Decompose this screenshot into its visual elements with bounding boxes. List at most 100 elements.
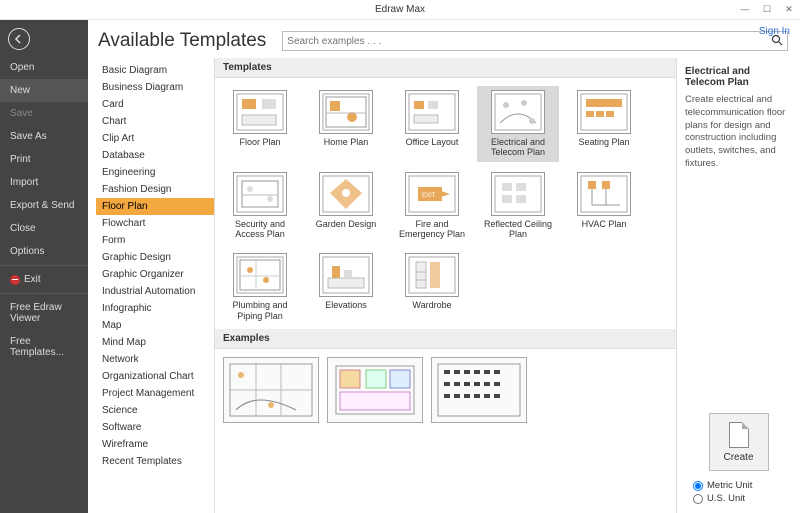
nav-item-free-edraw-viewer[interactable]: Free Edraw Viewer <box>0 296 88 330</box>
file-menu-sidebar: OpenNewSaveSave AsPrintImportExport & Se… <box>0 20 88 513</box>
template-thumb-icon <box>319 253 373 297</box>
details-panel: Electrical and Telecom Plan Create elect… <box>676 58 800 513</box>
template-office-layout[interactable]: Office Layout <box>391 86 473 162</box>
category-business-diagram[interactable]: Business Diagram <box>96 79 214 96</box>
nav-item-open[interactable]: Open <box>0 56 88 79</box>
category-organizational-chart[interactable]: Organizational Chart <box>96 368 214 385</box>
template-elevations[interactable]: Elevations <box>305 249 387 325</box>
template-label: Garden Design <box>316 219 377 229</box>
template-thumb-icon: EXIT <box>405 172 459 216</box>
template-garden-design[interactable]: Garden Design <box>305 168 387 244</box>
template-thumb-icon <box>577 172 631 216</box>
template-security-and-access-plan[interactable]: Security and Access Plan <box>219 168 301 244</box>
template-label: Floor Plan <box>239 137 280 147</box>
back-button[interactable] <box>8 28 30 50</box>
category-engineering[interactable]: Engineering <box>96 164 214 181</box>
svg-text:EXIT: EXIT <box>422 193 436 199</box>
category-form[interactable]: Form <box>96 232 214 249</box>
category-fashion-design[interactable]: Fashion Design <box>96 181 214 198</box>
nav-item-export-send[interactable]: Export & Send <box>0 194 88 217</box>
unit-us[interactable]: U.S. Unit <box>693 492 792 505</box>
template-thumb-icon <box>491 90 545 134</box>
template-thumb-icon <box>577 90 631 134</box>
category-science[interactable]: Science <box>96 402 214 419</box>
minimize-button[interactable]: — <box>738 2 752 16</box>
template-floor-plan[interactable]: Floor Plan <box>219 86 301 162</box>
category-graphic-organizer[interactable]: Graphic Organizer <box>96 266 214 283</box>
window-controls: — ☐ ✕ <box>738 2 796 16</box>
search-input[interactable] <box>287 36 771 47</box>
template-wardrobe[interactable]: Wardrobe <box>391 249 473 325</box>
category-software[interactable]: Software <box>96 419 214 436</box>
template-electrical-and-telecom-plan[interactable]: Electrical and Telecom Plan <box>477 86 559 162</box>
category-graphic-design[interactable]: Graphic Design <box>96 249 214 266</box>
unit-us-radio[interactable] <box>693 494 703 504</box>
nav-item-new[interactable]: New <box>0 79 88 102</box>
nav-item-print[interactable]: Print <box>0 148 88 171</box>
nav-item-close[interactable]: Close <box>0 217 88 240</box>
template-fire-and-emergency-plan[interactable]: EXIT Fire and Emergency Plan <box>391 168 473 244</box>
category-project-management[interactable]: Project Management <box>96 385 214 402</box>
example-thumb[interactable] <box>223 357 319 423</box>
example-thumb[interactable] <box>327 357 423 423</box>
exit-label: Exit <box>24 274 41 285</box>
category-chart[interactable]: Chart <box>96 113 214 130</box>
unit-options: Metric Unit U.S. Unit <box>685 477 792 513</box>
unit-metric[interactable]: Metric Unit <box>693 479 792 492</box>
nav-item-save-as[interactable]: Save As <box>0 125 88 148</box>
create-button[interactable]: Create <box>709 413 769 471</box>
category-card[interactable]: Card <box>96 96 214 113</box>
template-label: Home Plan <box>324 137 369 147</box>
template-reflected-ceiling-plan[interactable]: Reflected Ceiling Plan <box>477 168 559 244</box>
template-thumb-icon <box>233 253 287 297</box>
category-recent-templates[interactable]: Recent Templates <box>96 453 214 470</box>
template-label: Plumbing and Piping Plan <box>221 300 299 321</box>
nav-item-save[interactable]: Save <box>0 102 88 125</box>
unit-metric-radio[interactable] <box>693 481 703 491</box>
create-label: Create <box>723 452 753 463</box>
sign-in-link[interactable]: Sign In <box>759 26 790 37</box>
template-label: Seating Plan <box>578 137 629 147</box>
category-infographic[interactable]: Infographic <box>96 300 214 317</box>
template-label: Wardrobe <box>412 300 451 310</box>
category-mind-map[interactable]: Mind Map <box>96 334 214 351</box>
category-basic-diagram[interactable]: Basic Diagram <box>96 62 214 79</box>
nav-item-free-templates-[interactable]: Free Templates... <box>0 330 88 364</box>
category-industrial-automation[interactable]: Industrial Automation <box>96 283 214 300</box>
template-label: HVAC Plan <box>582 219 627 229</box>
category-clip-art[interactable]: Clip Art <box>96 130 214 147</box>
category-network[interactable]: Network <box>96 351 214 368</box>
example-thumb[interactable] <box>431 357 527 423</box>
template-thumb-icon <box>405 90 459 134</box>
template-seating-plan[interactable]: Seating Plan <box>563 86 645 162</box>
maximize-button[interactable]: ☐ <box>760 2 774 16</box>
nav-item-options[interactable]: Options <box>0 240 88 263</box>
page-title: Available Templates <box>98 30 266 52</box>
example-grid <box>215 349 676 431</box>
page-icon <box>729 422 749 448</box>
template-label: Reflected Ceiling Plan <box>479 219 557 240</box>
category-map[interactable]: Map <box>96 317 214 334</box>
exit-icon <box>10 275 20 285</box>
search-box[interactable] <box>282 31 788 51</box>
category-wireframe[interactable]: Wireframe <box>96 436 214 453</box>
template-thumb-icon <box>405 253 459 297</box>
category-list: Basic DiagramBusiness DiagramCardChartCl… <box>88 58 214 513</box>
arrow-left-icon <box>13 33 25 45</box>
template-thumb-icon <box>319 172 373 216</box>
template-plumbing-and-piping-plan[interactable]: Plumbing and Piping Plan <box>219 249 301 325</box>
exit-button[interactable]: Exit <box>0 268 88 291</box>
template-home-plan[interactable]: Home Plan <box>305 86 387 162</box>
examples-header: Examples <box>215 329 676 349</box>
app-title: Edraw Max <box>375 4 425 15</box>
category-flowchart[interactable]: Flowchart <box>96 215 214 232</box>
titlebar: Edraw Max — ☐ ✕ <box>0 0 800 20</box>
close-button[interactable]: ✕ <box>782 2 796 16</box>
nav-item-import[interactable]: Import <box>0 171 88 194</box>
template-thumb-icon <box>491 172 545 216</box>
category-floor-plan[interactable]: Floor Plan <box>96 198 214 215</box>
category-database[interactable]: Database <box>96 147 214 164</box>
template-thumb-icon <box>233 172 287 216</box>
template-hvac-plan[interactable]: HVAC Plan <box>563 168 645 244</box>
template-label: Fire and Emergency Plan <box>393 219 471 240</box>
